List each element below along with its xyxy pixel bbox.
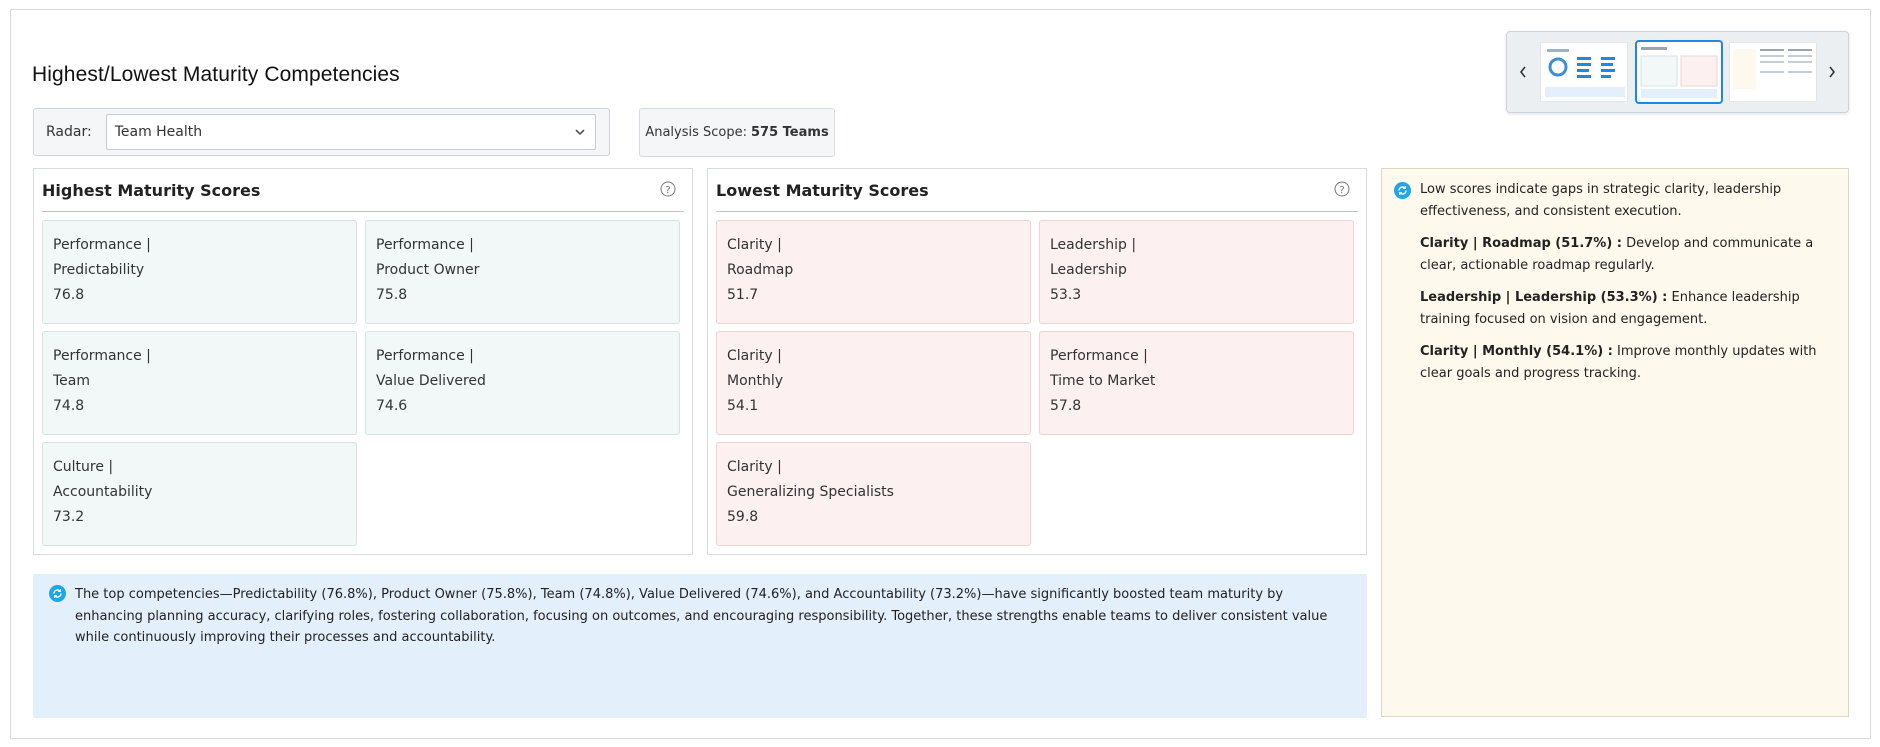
help-icon[interactable]: ?	[660, 181, 676, 197]
analysis-scope-value: 575 Teams	[751, 125, 829, 140]
score-value: 74.6	[376, 398, 408, 414]
radar-label: Radar:	[46, 124, 92, 140]
score-category: Clarity |	[727, 459, 782, 475]
score-name: Time to Market	[1050, 373, 1156, 389]
score-name: Value Delivered	[376, 373, 486, 389]
score-name: Team	[53, 373, 91, 389]
chevron-left-icon[interactable]	[1513, 60, 1533, 84]
lowest-maturity-panel: Lowest Maturity Scores ? Clarity | Roadm…	[707, 168, 1367, 555]
recommendation-item: Clarity | Roadmap (51.7%) : Develop and …	[1420, 233, 1832, 276]
panel-divider	[42, 211, 684, 212]
highest-maturity-panel: Highest Maturity Scores ? Performance | …	[33, 168, 693, 555]
recommendation-title: Clarity | Roadmap (51.7%) :	[1420, 236, 1623, 251]
refresh-icon[interactable]	[49, 585, 66, 602]
highest-panel-title: Highest Maturity Scores	[42, 181, 261, 200]
score-value: 75.8	[376, 287, 408, 303]
recommendations-panel: Low scores indicate gaps in strategic cl…	[1381, 168, 1849, 717]
score-value: 73.2	[53, 509, 85, 525]
svg-text:?: ?	[665, 185, 670, 196]
score-name: Leadership	[1050, 262, 1127, 278]
score-name: Predictability	[53, 262, 145, 278]
svg-text:?: ?	[1339, 185, 1344, 196]
score-category: Performance |	[53, 348, 151, 364]
summary-text: The top competencies—Predictability (76.…	[75, 587, 1328, 645]
score-name: Generalizing Specialists	[727, 484, 894, 500]
score-value: 51.7	[727, 287, 759, 303]
score-name: Product Owner	[376, 262, 480, 278]
slide-thumbnail[interactable]	[1540, 42, 1628, 102]
score-card: Clarity | Roadmap 51.7	[716, 220, 1031, 324]
recommendation-item: Leadership | Leadership (53.3%) : Enhanc…	[1420, 287, 1832, 330]
score-card: Culture | Accountability 73.2	[42, 442, 357, 546]
score-category: Leadership |	[1050, 237, 1137, 253]
score-card: Clarity | Generalizing Specialists 59.8	[716, 442, 1031, 546]
score-category: Performance |	[376, 348, 474, 364]
recommendation-title: Leadership | Leadership (53.3%) :	[1420, 290, 1668, 305]
score-card: Performance | Time to Market 57.8	[1039, 331, 1354, 435]
score-category: Performance |	[1050, 348, 1148, 364]
recommendations-intro: Low scores indicate gaps in strategic cl…	[1420, 182, 1782, 219]
score-card: Performance | Predictability 76.8	[42, 220, 357, 324]
score-name: Roadmap	[727, 262, 794, 278]
score-card: Performance | Team 74.8	[42, 331, 357, 435]
score-value: 53.3	[1050, 287, 1082, 303]
score-card: Performance | Value Delivered 74.6	[365, 331, 680, 435]
score-category: Performance |	[376, 237, 474, 253]
panel-divider	[716, 211, 1358, 212]
score-value: 76.8	[53, 287, 85, 303]
radar-dropdown[interactable]: Team Health	[105, 114, 596, 150]
score-name: Accountability	[53, 484, 153, 500]
score-category: Clarity |	[727, 348, 782, 364]
score-category: Culture |	[53, 459, 114, 475]
score-value: 74.8	[53, 398, 85, 414]
help-icon[interactable]: ?	[1334, 181, 1350, 197]
score-card: Clarity | Monthly 54.1	[716, 331, 1031, 435]
lowest-panel-title: Lowest Maturity Scores	[716, 181, 929, 200]
page-title: Highest/Lowest Maturity Competencies	[32, 63, 400, 86]
analysis-scope: Analysis Scope: 575 Teams	[639, 108, 835, 157]
score-category: Performance |	[53, 237, 151, 253]
recommendation-title: Clarity | Monthly (54.1%) :	[1420, 344, 1613, 359]
score-value: 54.1	[727, 398, 759, 414]
score-card: Leadership | Leadership 53.3	[1039, 220, 1354, 324]
chevron-right-icon[interactable]	[1822, 60, 1842, 84]
radar-dropdown-value: Team Health	[114, 124, 203, 140]
slide-thumbnail-active[interactable]	[1635, 40, 1723, 104]
recommendation-item: Clarity | Monthly (54.1%) : Improve mont…	[1420, 341, 1832, 384]
analysis-scope-label: Analysis Scope:	[645, 125, 747, 140]
slide-carousel	[1506, 31, 1849, 113]
radar-selector: Radar: Team Health	[33, 108, 610, 156]
slide-thumbnail[interactable]	[1729, 42, 1817, 102]
score-category: Clarity |	[727, 237, 782, 253]
score-value: 59.8	[727, 509, 759, 525]
ai-summary: The top competencies—Predictability (76.…	[33, 574, 1367, 718]
score-value: 57.8	[1050, 398, 1082, 414]
refresh-icon[interactable]	[1394, 182, 1411, 199]
score-name: Monthly	[727, 373, 784, 389]
score-card: Performance | Product Owner 75.8	[365, 220, 680, 324]
chevron-down-icon	[573, 125, 587, 139]
